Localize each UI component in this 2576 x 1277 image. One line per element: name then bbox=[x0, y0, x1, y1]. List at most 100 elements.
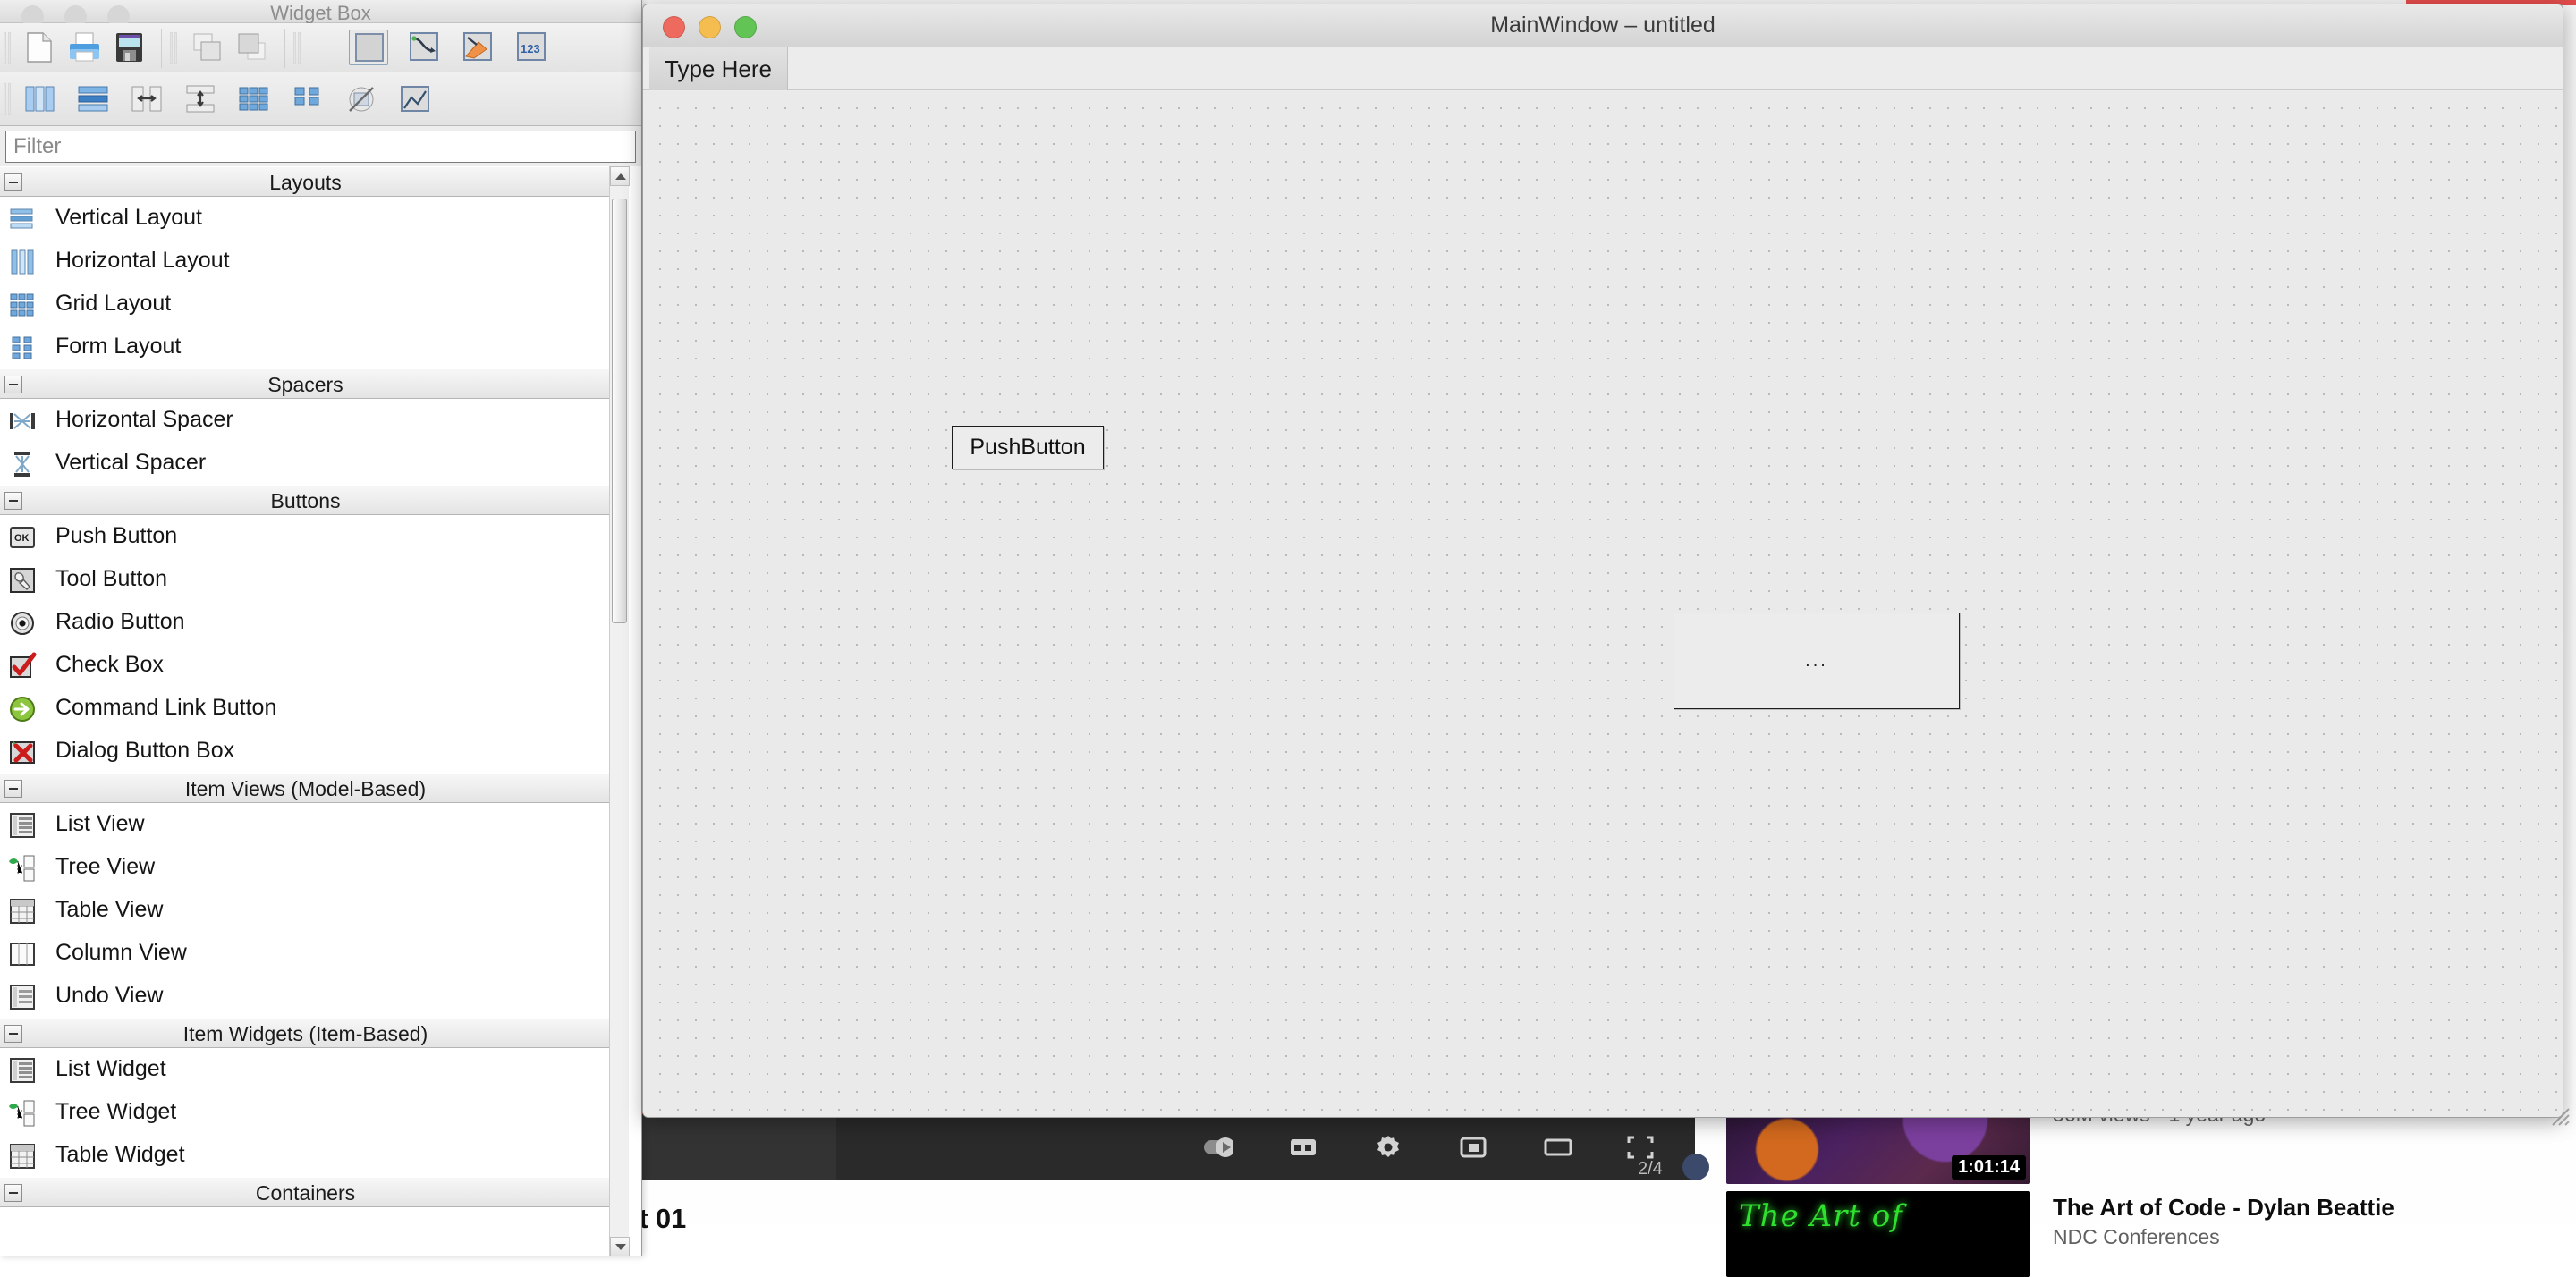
settings-gear-icon[interactable] bbox=[1373, 1132, 1403, 1163]
svg-text:OK: OK bbox=[14, 533, 30, 544]
widget-list-item[interactable]: Horizontal Layout bbox=[0, 240, 611, 283]
widget-list-item[interactable]: Horizontal Spacer bbox=[0, 399, 611, 442]
widget-list-item[interactable]: Form Layout bbox=[0, 326, 611, 368]
menubar[interactable]: Type Here bbox=[643, 47, 2563, 90]
layout-vertically-icon[interactable] bbox=[73, 81, 113, 117]
toolbar-drag-handle[interactable] bbox=[4, 32, 14, 64]
widget-list-item-label: List View bbox=[55, 811, 145, 836]
push-button-widget[interactable]: PushButton bbox=[952, 426, 1104, 469]
widget-list-item[interactable]: Table View bbox=[0, 889, 611, 932]
group-header-item-widgets-item-based[interactable]: Item Widgets (Item-Based) bbox=[0, 1018, 611, 1048]
player-controls-bar[interactable]: 2/4 bbox=[631, 1114, 1709, 1180]
widget-list-item[interactable]: Column View bbox=[0, 932, 611, 975]
tool-button-widget[interactable]: ... bbox=[1674, 613, 1960, 709]
widget-list-item[interactable]: Table Widget bbox=[0, 1134, 611, 1177]
edit-widgets-icon[interactable] bbox=[349, 30, 388, 65]
video-duration: 1:01:14 bbox=[1952, 1155, 2026, 1180]
group-header-spacers[interactable]: Spacers bbox=[0, 368, 611, 399]
vertical-layout-icon bbox=[7, 204, 38, 234]
widget-list-item-label: Vertical Layout bbox=[55, 205, 202, 230]
autoplay-toggle[interactable] bbox=[1203, 1132, 1233, 1163]
table-widget-icon bbox=[7, 1141, 38, 1171]
form-layout-icon bbox=[7, 333, 38, 363]
widget-list-item-label: Grid Layout bbox=[55, 291, 172, 316]
layout-form-icon[interactable] bbox=[288, 81, 327, 117]
group-header-item-views-model-based[interactable]: Item Views (Model-Based) bbox=[0, 773, 611, 803]
widget-list-item[interactable]: Tree View bbox=[0, 846, 611, 889]
widget-list-item[interactable]: Grid Layout bbox=[0, 283, 611, 326]
video-thumbnail[interactable]: The Art of bbox=[1726, 1191, 2030, 1277]
widget-list-item[interactable]: OK Push Button bbox=[0, 515, 611, 558]
adjust-size-icon[interactable] bbox=[395, 81, 435, 117]
menubar-type-here-placeholder[interactable]: Type Here bbox=[649, 47, 788, 90]
quality-badge: 2/4 bbox=[1638, 1159, 1663, 1179]
widget-list-item-label: Tree Widget bbox=[55, 1099, 177, 1124]
table-view-icon bbox=[7, 896, 38, 926]
break-layout-icon[interactable] bbox=[342, 81, 381, 117]
widget-list-panel[interactable]: Layouts Vertical Layout Horizontal Layout G… bbox=[0, 166, 641, 1256]
widget-list-item-label: Vertical Spacer bbox=[55, 450, 207, 475]
toolbar-drag-handle[interactable] bbox=[170, 32, 181, 64]
widget-list-item-label: Horizontal Spacer bbox=[55, 407, 233, 432]
fullscreen-icon[interactable] bbox=[1625, 1132, 1656, 1163]
video-title[interactable]: The Art of Code - Dylan Beattie bbox=[2053, 1193, 2554, 1222]
theater-mode-icon[interactable] bbox=[1543, 1132, 1573, 1163]
new-file-icon[interactable] bbox=[20, 30, 59, 65]
scroll-down-button[interactable] bbox=[610, 1237, 630, 1256]
print-icon[interactable] bbox=[64, 30, 104, 65]
layout-horizontally-icon[interactable] bbox=[20, 81, 59, 117]
widget-box-toolbar-row2 bbox=[0, 72, 641, 126]
subtitles-icon[interactable] bbox=[1288, 1132, 1318, 1163]
group-header-containers[interactable]: Containers bbox=[0, 1177, 611, 1207]
widget-list-item[interactable]: Vertical Spacer bbox=[0, 442, 611, 485]
widget-list-item[interactable]: Command Link Button bbox=[0, 687, 611, 730]
grid-layout-icon bbox=[7, 290, 38, 320]
widget-box-window: Widget Box 123 Filter Layouts Vertical L… bbox=[0, 0, 642, 1256]
group-label: Item Views (Model-Based) bbox=[184, 777, 427, 800]
widget-list-item-label: Check Box bbox=[55, 652, 164, 677]
svg-text:123: 123 bbox=[521, 42, 540, 55]
scroll-up-button[interactable] bbox=[610, 166, 630, 186]
widget-list-scrollbar[interactable] bbox=[609, 166, 630, 1256]
paste-icon[interactable] bbox=[233, 30, 272, 65]
form-design-canvas[interactable]: PushButton ... bbox=[643, 91, 2563, 1117]
group-header-buttons[interactable]: Buttons bbox=[0, 485, 611, 515]
group-header-layouts[interactable]: Layouts bbox=[0, 166, 611, 197]
widget-list-item[interactable]: Dialog Button Box bbox=[0, 730, 611, 773]
widget-list-item[interactable]: List View bbox=[0, 803, 611, 846]
layout-splitter-vertical-icon[interactable] bbox=[181, 81, 220, 117]
widget-list-item[interactable]: Radio Button bbox=[0, 601, 611, 644]
horizontal-layout-icon bbox=[7, 247, 38, 277]
widget-list-item[interactable]: Vertical Layout bbox=[0, 197, 611, 240]
layout-grid-icon[interactable] bbox=[234, 81, 274, 117]
toolbar-drag-handle[interactable] bbox=[293, 32, 304, 64]
signal-slot-editor-icon[interactable] bbox=[404, 30, 444, 65]
widget-list-item-label: Tool Button bbox=[55, 566, 168, 591]
widget-list-item-label: Push Button bbox=[55, 523, 178, 548]
channel-avatar[interactable] bbox=[1682, 1154, 1709, 1180]
filter-input[interactable] bbox=[5, 131, 636, 163]
toolbar-drag-handle[interactable] bbox=[4, 83, 14, 115]
miniplayer-icon[interactable] bbox=[1458, 1132, 1488, 1163]
widget-list-item[interactable]: List Widget bbox=[0, 1048, 611, 1091]
layout-splitter-horizontal-icon[interactable] bbox=[127, 81, 166, 117]
copy-icon[interactable] bbox=[188, 30, 227, 65]
widget-list-item-label: Horizontal Layout bbox=[55, 248, 230, 273]
widget-list-item-label: Undo View bbox=[55, 983, 164, 1008]
widget-list-item-label: Form Layout bbox=[55, 334, 182, 359]
widget-box-titlebar[interactable]: Widget Box bbox=[0, 0, 641, 28]
tab-order-icon[interactable]: 123 bbox=[512, 30, 551, 65]
scrollbar-thumb[interactable] bbox=[612, 199, 627, 623]
widget-list-item[interactable]: Tree Widget bbox=[0, 1091, 611, 1134]
radio-button-icon bbox=[7, 608, 38, 638]
widget-list-item[interactable]: Check Box bbox=[0, 644, 611, 687]
main-window: MainWindow – untitled Type Here PushButt… bbox=[642, 4, 2563, 1118]
group-label: Item Widgets (Item-Based) bbox=[182, 1022, 428, 1045]
widget-list-item[interactable]: Tool Button bbox=[0, 558, 611, 601]
widget-list-item[interactable]: Undo View bbox=[0, 975, 611, 1018]
buddy-editor-icon[interactable] bbox=[458, 30, 497, 65]
main-window-titlebar[interactable]: MainWindow – untitled bbox=[643, 4, 2563, 47]
save-icon[interactable] bbox=[109, 30, 148, 65]
tool-button-icon bbox=[7, 565, 38, 596]
channel-name[interactable]: NDC Conferences bbox=[2053, 1222, 2554, 1252]
